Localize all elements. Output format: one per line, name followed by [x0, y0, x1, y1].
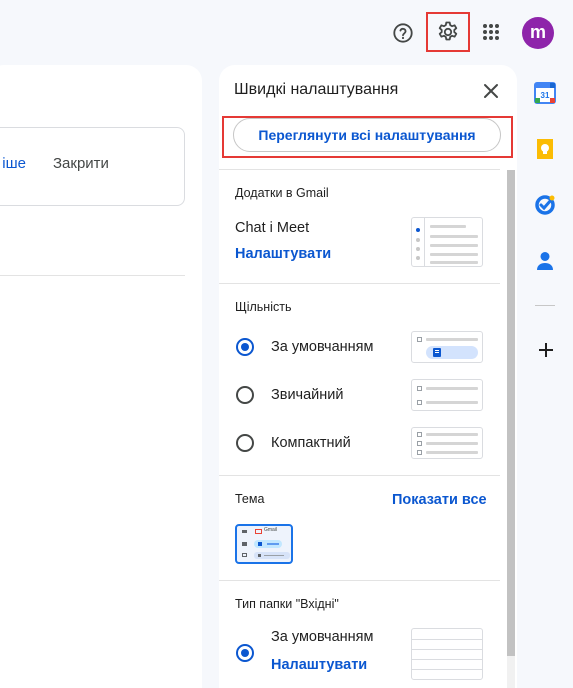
notice-more-link[interactable]: іше — [0, 155, 26, 172]
calendar-button[interactable]: 31 — [534, 82, 558, 106]
theme-preview[interactable]: Gmail — [235, 524, 293, 564]
inbox-configure-link[interactable]: Налаштувати — [271, 657, 367, 673]
inbox-default-radio[interactable] — [236, 644, 254, 662]
rail-divider — [535, 305, 555, 306]
keep-icon — [537, 139, 553, 159]
density-default-preview — [411, 331, 483, 363]
quick-settings-title: Швидкі налаштування — [234, 81, 399, 98]
help-circle-icon — [393, 23, 413, 43]
density-compact-preview — [411, 427, 483, 459]
density-default-radio[interactable] — [236, 338, 254, 356]
density-default-label[interactable]: За умовчанням — [271, 339, 373, 355]
see-all-settings-button[interactable]: Переглянути всі налаштування — [233, 118, 501, 152]
theme-section-label: Тема — [235, 492, 265, 506]
theme-show-all-link[interactable]: Показати все — [392, 492, 487, 508]
density-comfortable-label[interactable]: Звичайний — [271, 387, 344, 403]
add-icon — [539, 343, 553, 357]
theme-preview-logo: Gmail — [264, 527, 278, 533]
density-comfortable-radio[interactable] — [236, 386, 254, 404]
chat-meet-label: Chat і Meet — [235, 220, 310, 236]
help-button[interactable] — [386, 16, 420, 50]
calendar-icon: 31 — [534, 82, 556, 104]
quick-settings-panel — [219, 65, 517, 688]
contacts-button[interactable] — [534, 250, 558, 274]
avatar[interactable]: m — [522, 17, 554, 49]
apps-grid-icon — [483, 24, 499, 40]
tasks-icon — [535, 195, 555, 215]
density-compact-radio[interactable] — [236, 434, 254, 452]
inbox-type-section-label: Тип папки "Вхідні" — [235, 597, 339, 611]
section-divider — [219, 283, 500, 284]
density-section-label: Щільність — [235, 300, 292, 314]
contacts-icon — [537, 252, 553, 270]
section-divider — [219, 580, 500, 581]
scrollbar-thumb[interactable] — [507, 170, 515, 656]
chat-meet-configure-link[interactable]: Налаштувати — [235, 246, 331, 262]
notice-close-button[interactable]: Закрити — [53, 155, 109, 172]
inbox-default-preview — [411, 628, 483, 680]
apps-button[interactable] — [476, 16, 506, 48]
tasks-button[interactable] — [534, 194, 558, 218]
calendar-day: 31 — [541, 91, 550, 100]
quick-settings-close-button[interactable] — [480, 80, 502, 102]
gear-icon — [438, 21, 458, 41]
density-compact-label[interactable]: Компактний — [271, 435, 351, 451]
close-icon — [484, 84, 498, 98]
chat-meet-preview — [411, 217, 483, 267]
section-divider — [219, 169, 500, 170]
main-divider — [0, 275, 185, 276]
settings-button[interactable] — [426, 12, 470, 52]
density-comfortable-preview — [411, 379, 483, 411]
keep-button[interactable] — [534, 138, 558, 162]
inbox-default-label[interactable]: За умовчанням — [271, 629, 373, 645]
section-divider — [219, 475, 500, 476]
add-addon-button[interactable] — [534, 338, 558, 362]
apps-section-label: Додатки в Gmail — [235, 186, 329, 200]
